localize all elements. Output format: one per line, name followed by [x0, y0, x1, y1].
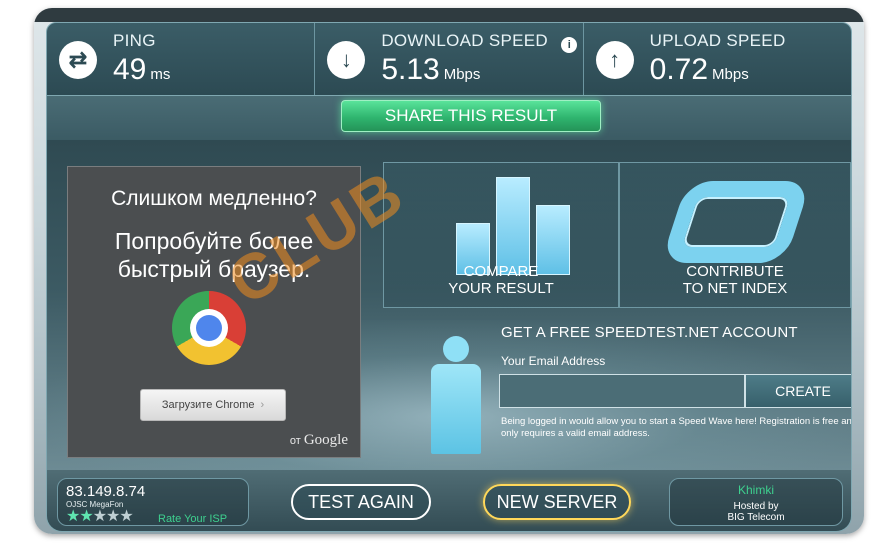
isp-rating-stars[interactable]: ★★★★★ [66, 508, 134, 525]
ad-headline: Слишком медленно? [111, 187, 317, 210]
rate-isp-link[interactable]: Rate Your ISP [158, 513, 227, 525]
new-server-button[interactable]: NEW SERVER [483, 484, 631, 520]
bar-chart-icon [456, 175, 576, 275]
download-value: 5.13 Mbps [381, 53, 480, 87]
ping-unit: ms [150, 66, 171, 83]
main-panel: Слишком медленно? Попробуйте более быстр… [46, 140, 852, 470]
contribute-label-line1: CONTRIBUTE [686, 263, 784, 280]
contribute-label-line2: TO NET INDEX [682, 280, 788, 297]
speedtest-frame: ⇄ PING 49 ms ↓ DOWNLOAD SPEED i 5.13 Mbps … [34, 8, 864, 534]
upload-number: 0.72 [649, 53, 709, 86]
chrome-logo-icon [172, 291, 246, 365]
download-arrow-icon: ↓ [327, 41, 366, 79]
footer-bar: 83.149.8.74 OJSC MegaFon ★★★★★ Rate Your… [46, 470, 852, 532]
swap-arrows-icon: ⇄ [59, 41, 97, 79]
by-label: от [289, 435, 301, 447]
signup-note: Being logged in would allow you to start… [501, 416, 852, 439]
person-icon [425, 336, 487, 454]
email-label: Your Email Address [501, 354, 606, 368]
star-icon[interactable]: ★ [106, 508, 120, 525]
contribute-tile[interactable]: CONTRIBUTE TO NET INDEX [619, 162, 851, 308]
share-result-button[interactable]: SHARE THIS RESULT [341, 100, 601, 132]
upload-value: 0.72 Mbps [650, 53, 749, 87]
results-header: ⇄ PING 49 ms ↓ DOWNLOAD SPEED i 5.13 Mbps … [46, 22, 852, 96]
compare-result-tile[interactable]: COMPARE YOUR RESULT [383, 162, 619, 308]
server-host-box: Khimki Hosted by BIG Telecom [669, 478, 843, 526]
star-icon[interactable]: ★ [66, 508, 80, 525]
compare-label: COMPARE YOUR RESULT [384, 263, 618, 297]
info-icon[interactable]: i [561, 37, 578, 53]
share-strip: SHARE THIS RESULT [46, 96, 852, 140]
star-icon[interactable]: ★ [79, 508, 93, 525]
google-brand: Google [303, 432, 348, 448]
star-icon[interactable]: ★ [93, 508, 107, 525]
download-chrome-button[interactable]: Загрузите Chrome › [140, 389, 286, 421]
hosted-by: Hosted by BIG Telecom [670, 501, 842, 523]
download-stat: ↓ DOWNLOAD SPEED i 5.13 Mbps [315, 23, 584, 95]
upload-unit: Mbps [712, 66, 749, 83]
download-unit: Mbps [443, 66, 481, 83]
top-bar [34, 8, 864, 22]
upload-stat: ↑ UPLOAD SPEED 0.72 Mbps [584, 23, 851, 95]
upload-label: UPLOAD SPEED [649, 31, 786, 50]
hosted-by-label: Hosted by [733, 501, 779, 512]
host-name: BIG Telecom [727, 512, 785, 523]
net-index-icon [660, 181, 812, 263]
ping-label: PING [113, 31, 156, 50]
test-again-button[interactable]: TEST AGAIN [291, 484, 431, 520]
server-city: Khimki [737, 483, 774, 497]
compare-label-line1: COMPARE [463, 263, 539, 280]
contribute-label: CONTRIBUTE TO NET INDEX [620, 263, 850, 297]
upload-arrow-icon: ↑ [595, 41, 634, 79]
chrome-ad[interactable]: Слишком медленно? Попробуйте более быстр… [67, 166, 361, 458]
by-google: от Google [290, 432, 348, 449]
ping-value: 49 ms [113, 53, 170, 87]
chevron-right-icon: › [260, 399, 265, 411]
ip-address: 83.149.8.74 [66, 483, 146, 500]
signup-panel: GET A FREE SPEEDTEST.NET ACCOUNT Your Em… [383, 324, 852, 454]
ping-stat: ⇄ PING 49 ms [47, 23, 316, 95]
ad-body: Попробуйте более быстрый браузер. [114, 228, 314, 282]
download-label: DOWNLOAD SPEED [381, 31, 548, 50]
signup-title: GET A FREE SPEEDTEST.NET ACCOUNT [501, 324, 798, 341]
isp-box: 83.149.8.74 OJSC MegaFon ★★★★★ Rate Your… [57, 478, 249, 526]
email-input[interactable] [499, 374, 745, 408]
create-button[interactable]: CREATE [745, 374, 851, 408]
download-chrome-label: Загрузите Chrome [161, 399, 255, 411]
compare-label-line2: YOUR RESULT [448, 280, 554, 297]
star-icon[interactable]: ★ [119, 508, 133, 525]
ping-number: 49 [113, 53, 147, 86]
download-number: 5.13 [381, 53, 440, 86]
